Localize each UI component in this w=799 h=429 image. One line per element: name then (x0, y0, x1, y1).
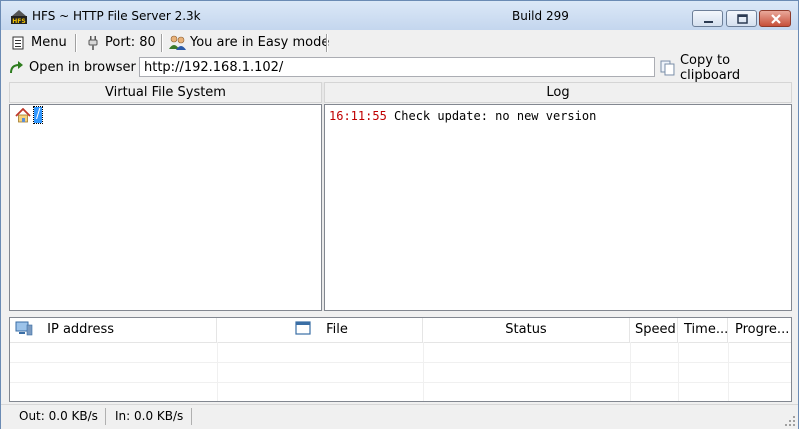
mode-button[interactable]: You are in Easy mode (169, 31, 329, 54)
column-status-label: Status (505, 322, 547, 337)
connections-header: IP address File Status Speed Time... Pro… (10, 318, 791, 343)
in-speed: In: 0.0 KB/s (115, 409, 184, 423)
minimize-button[interactable] (692, 10, 723, 27)
log-entry: 16:11:55 Check update: no new version (329, 109, 596, 123)
copy-to-clipboard-label: Copy to clipboard (679, 52, 741, 83)
log-header: Log (324, 82, 792, 103)
column-time-label: Time... (684, 322, 728, 337)
log-view[interactable]: 16:11:55 Check update: no new version (324, 104, 792, 311)
window-icon (295, 321, 311, 335)
table-row (10, 362, 791, 383)
log-entry-time: 16:11:55 (329, 109, 387, 123)
close-icon (771, 14, 781, 24)
column-ip-address-label: IP address (47, 322, 115, 337)
log-entry-message: Check update: no new version (394, 109, 597, 123)
grid-line (630, 342, 631, 401)
table-row (10, 342, 791, 363)
column-status[interactable]: Status (423, 318, 630, 342)
svg-text:HFS: HFS (12, 18, 25, 25)
menu-label: Menu (31, 35, 67, 50)
mode-label: You are in Easy mode (190, 35, 330, 50)
vfs-root-label: / (32, 106, 44, 124)
window-title: HFS ~ HTTP File Server 2.3k (32, 9, 201, 23)
copy-to-clipboard-button[interactable]: Copy to clipboard (660, 53, 794, 83)
title-bar[interactable]: HFS HFS ~ HTTP File Server 2.3k Build 29… (1, 1, 798, 30)
computer-icon (15, 321, 33, 336)
build-label: Build 299 (512, 9, 569, 23)
users-icon (169, 35, 186, 50)
column-speed[interactable]: Speed (630, 318, 678, 342)
maximize-button[interactable] (726, 10, 757, 27)
column-file-label: File (326, 322, 348, 337)
table-row (10, 382, 791, 403)
connections-table[interactable]: IP address File Status Speed Time... Pro… (9, 317, 792, 403)
app-window: HFS HFS ~ HTTP File Server 2.3k Build 29… (0, 0, 799, 429)
open-in-browser-label: Open in browser (29, 60, 136, 75)
hfs-logo-icon: HFS (11, 10, 27, 25)
arrow-icon (10, 61, 23, 74)
vfs-header: Virtual File System (9, 82, 322, 103)
menu-icon (12, 36, 24, 49)
column-file[interactable]: File (217, 318, 423, 342)
url-bar: Open in browser Copy to clipboard (5, 53, 794, 83)
port-label: Port: 80 (105, 35, 156, 50)
column-progress-label: Progre... (735, 322, 790, 337)
status-separator (191, 408, 192, 425)
status-separator (105, 408, 106, 425)
menu-button[interactable]: Menu (11, 31, 67, 54)
grid-line (678, 342, 679, 401)
vfs-tree[interactable]: / (9, 104, 322, 311)
resize-grip-icon[interactable] (784, 415, 796, 427)
column-ip-address[interactable]: IP address (10, 318, 217, 342)
home-icon (15, 107, 31, 122)
open-in-browser-button[interactable]: Open in browser (9, 56, 136, 79)
port-button[interactable]: Port: 80 (87, 31, 156, 54)
vfs-root-node[interactable]: / (15, 106, 44, 124)
main-toolbar: Menu Port: 80 You are in Easy mode (5, 31, 794, 54)
grid-line (423, 342, 424, 401)
url-field[interactable] (139, 57, 655, 77)
close-button[interactable] (759, 10, 791, 27)
out-speed: Out: 0.0 KB/s (19, 409, 98, 423)
column-progress[interactable]: Progre... (728, 318, 791, 342)
toolbar-separator (75, 34, 77, 52)
column-time[interactable]: Time... (678, 318, 728, 342)
plug-icon (88, 35, 98, 50)
status-bar: Out: 0.0 KB/s In: 0.0 KB/s (1, 404, 798, 429)
grid-line (217, 342, 218, 401)
minimize-icon (704, 21, 713, 23)
toolbar-separator (161, 34, 163, 52)
maximize-icon (737, 14, 748, 24)
column-speed-label: Speed (635, 322, 676, 337)
clipboard-icon (660, 60, 675, 75)
toolbar-separator (326, 34, 328, 52)
grid-line (728, 342, 729, 401)
